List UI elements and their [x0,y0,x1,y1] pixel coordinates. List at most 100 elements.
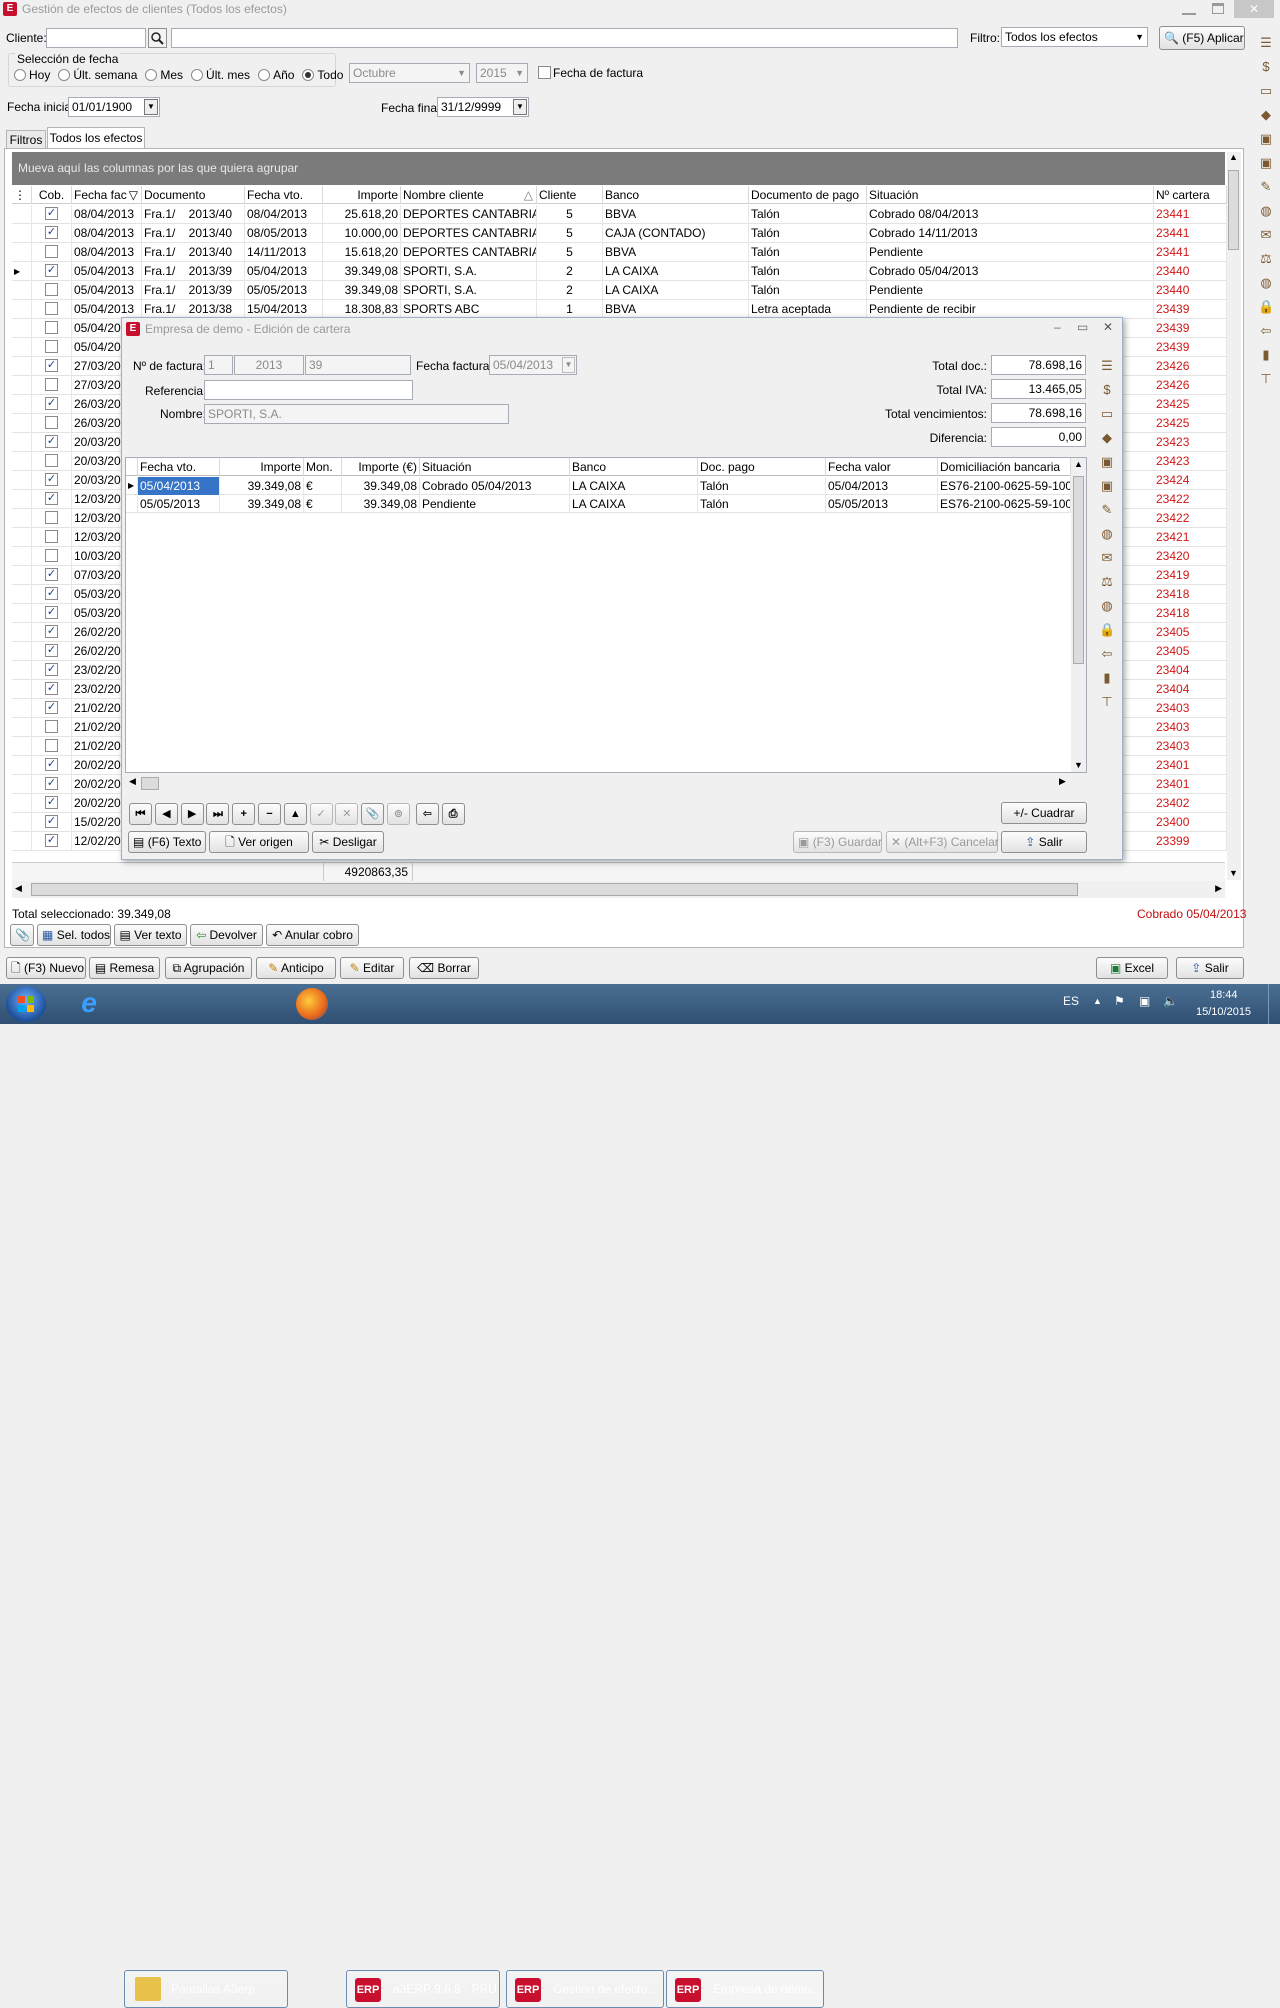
grid-vscrollbar[interactable]: ▲ ▼ [1227,152,1241,880]
gift-icon[interactable]: ▮ [1258,347,1274,363]
vencimiento-row[interactable]: 05/05/2013 39.349,08 €39.349,08 Pendiente LA… [126,495,1071,513]
cell-cob[interactable]: ✓ [32,832,72,851]
cobrado-checkbox[interactable]: ✓ [45,834,58,847]
cobrado-checkbox[interactable]: ✓ [45,207,58,220]
editar-button[interactable]: ✎ Editar [340,957,404,979]
vencimiento-cell[interactable]: ES76-2100-0625-59-10020 [938,495,1071,513]
cobrado-checkbox[interactable]: ✓ [45,226,58,239]
box-icon[interactable]: ◆ [1099,430,1115,446]
cell-cob[interactable]: ✓ [32,642,72,661]
cell-cob[interactable]: ✓ [32,699,72,718]
cobrado-checkbox[interactable]: ✓ [45,701,58,714]
sel-todos-button[interactable]: ▦ Sel. todos [37,924,111,946]
month-select[interactable]: Octubre ▼ [349,63,470,83]
filtro-select[interactable]: Todos los efectos ▼ [1001,27,1148,47]
scroll-right-icon[interactable]: ▶ [1059,776,1066,787]
aplicar-button[interactable]: 🔍 (F5) Aplicar [1159,26,1245,50]
cobrado-checkbox[interactable]: ✓ [45,587,58,600]
vencimiento-cell[interactable]: Pendiente [420,495,570,513]
col-fecha-fac[interactable]: Fecha fac ▽ [72,186,142,204]
lock-icon[interactable]: 🔒 [1258,299,1274,315]
cell-cob[interactable] [32,718,72,737]
cell-cob[interactable]: ✓ [32,433,72,452]
cancelar-button[interactable]: ✕ (Alt+F3) Cancelar [886,831,999,853]
check-icon[interactable]: ✓ [309,803,333,825]
calendar-dropdown-icon[interactable]: ▼ [144,99,158,115]
tab-todos-efectos[interactable]: Todos los efectos [47,127,145,149]
fecha-factura-checkbox[interactable] [538,66,551,79]
taskbar-item-pantallas[interactable]: Pantallas A3erp [124,1970,288,2008]
cobrado-checkbox[interactable] [45,511,58,524]
minimize-icon[interactable]: – [1054,320,1061,334]
cell-cob[interactable]: ✓ [32,680,72,699]
cell-cob[interactable]: ✓ [32,604,72,623]
dialog-col-3[interactable]: Importe (€) [342,458,420,476]
year-select[interactable]: 2015 ▼ [476,63,528,83]
col-n-cartera[interactable]: Nº cartera [1154,186,1227,204]
dialog-col-8[interactable]: Domiciliación bancaria [938,458,1071,476]
cobrado-checkbox[interactable] [45,340,58,353]
agrupacion-button[interactable]: ⧉ Agrupación [165,957,252,979]
first-icon[interactable]: ⏮ [129,803,152,825]
gift-icon[interactable]: ▮ [1099,670,1115,686]
cobrado-checkbox[interactable]: ✓ [45,663,58,676]
stack-icon[interactable]: ◍ [1099,598,1115,614]
devolver-button[interactable]: ⇦ Devolver [190,924,263,946]
cobrado-checkbox[interactable] [45,416,58,429]
cell-cob[interactable]: ✓ [32,357,72,376]
nfactura-number[interactable]: 39 [305,355,411,375]
salir-button[interactable]: ⇪ Salir [1176,957,1244,979]
vencimiento-row[interactable]: ▶ 05/04/2013 39.349,08 €39.349,08 Cobrado 05… [126,477,1071,495]
mail-icon[interactable]: ✉ [1258,227,1274,243]
stack-icon[interactable]: ◍ [1258,275,1274,291]
scroll-up-icon[interactable]: ▲ [1229,152,1238,162]
radio-ult-mes[interactable]: Últ. mes [191,68,250,82]
cobrado-checkbox[interactable]: ✓ [45,606,58,619]
vencimiento-cell[interactable]: LA CAIXA [570,477,698,495]
col-cliente[interactable]: Cliente [537,186,603,204]
referencia-input[interactable] [204,380,413,400]
vencimiento-cell[interactable]: 39.349,08 [220,495,304,513]
cell-cob[interactable] [32,547,72,566]
col-documento-pago[interactable]: Documento de pago [749,186,867,204]
maximize-icon[interactable] [1212,3,1224,14]
cobrado-checkbox[interactable]: ✓ [45,397,58,410]
cell-cob[interactable] [32,281,72,300]
cobrado-checkbox[interactable] [45,530,58,543]
card-icon[interactable]: ▭ [1258,83,1274,99]
list-icon[interactable]: ☰ [1099,358,1115,374]
attach-icon[interactable]: 📎 [361,803,385,825]
dialog-col-7[interactable]: Fecha valor [826,458,938,476]
cobrado-checkbox[interactable]: ✓ [45,777,58,790]
remesa-button[interactable]: ▤ Remesa [89,957,160,979]
filter-icon[interactable]: ▽ [129,186,138,204]
language-indicator[interactable]: ES [1063,994,1079,1008]
cobrado-checkbox[interactable]: ✓ [45,568,58,581]
balance-icon[interactable]: ⚖ [1258,251,1274,267]
cell-cob[interactable]: ✓ [32,756,72,775]
attach-button[interactable]: 📎 [10,924,34,946]
scroll-thumb[interactable] [1228,170,1239,250]
grid-hscrollbar[interactable]: ◀ ▶ [12,881,1225,898]
cell-cob[interactable] [32,414,72,433]
cliente-input[interactable] [46,28,146,48]
col-documento[interactable]: Documento [142,186,245,204]
col-nombre-cliente[interactable]: Nombre cliente △ [401,186,537,204]
cobrado-checkbox[interactable] [45,283,58,296]
dialog-hscrollbar[interactable]: ◀ ▶ [125,775,1070,792]
cell-cob[interactable]: ✓ [32,262,72,281]
cell-cob[interactable]: ✓ [32,490,72,509]
cell-cob[interactable] [32,528,72,547]
taskbar-item-gestion[interactable]: ERP Gestión de efecto... [506,1970,664,2008]
cell-cob[interactable]: ✓ [32,224,72,243]
vencimiento-cell[interactable]: 05/05/2013 [138,495,220,513]
vencimiento-cell[interactable]: 05/05/2013 [826,495,938,513]
col-fecha-vto[interactable]: Fecha vto. [245,186,323,204]
flag-icon[interactable]: ⚑ [1114,994,1125,1008]
cell-cob[interactable] [32,300,72,319]
firefox-icon[interactable] [296,988,328,1020]
cobrado-checkbox[interactable] [45,739,58,752]
network-icon[interactable]: ▣ [1139,994,1150,1008]
radio-hoy[interactable]: Hoy [14,68,50,82]
coins-icon[interactable]: ◍ [1258,203,1274,219]
